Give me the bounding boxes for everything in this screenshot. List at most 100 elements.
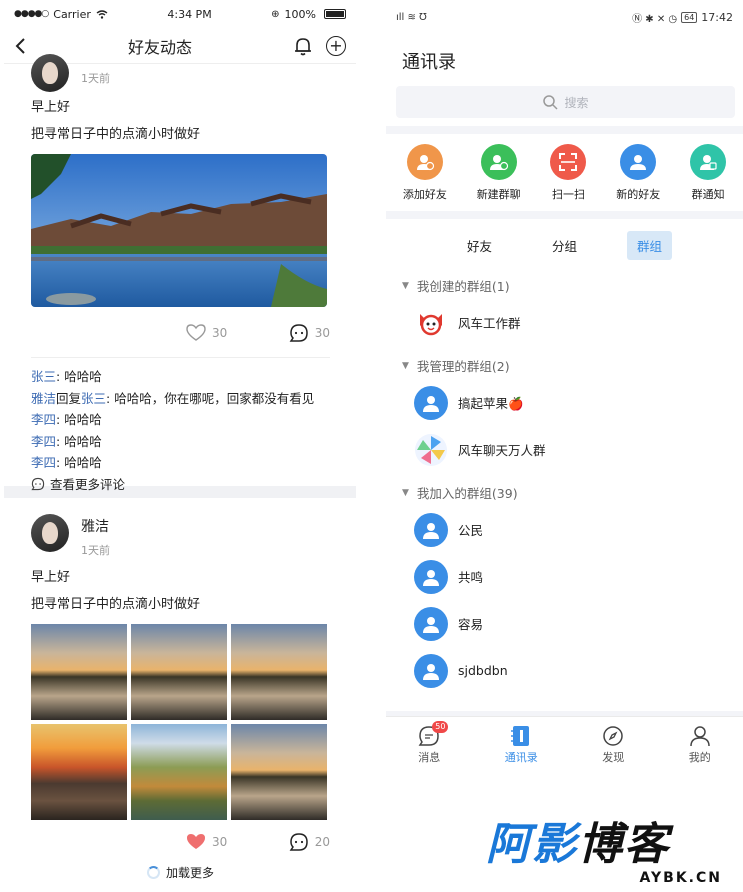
- comment-small-icon: [31, 478, 45, 491]
- post-card-1: 1天前 早上好 把寻常日子中的点滴小时做好 30 30 张三: 哈哈哈 雅洁回复…: [4, 54, 356, 492]
- avatar[interactable]: [31, 514, 69, 552]
- post-actions: 30 20: [31, 820, 330, 852]
- battery-percent: 100%: [284, 7, 316, 21]
- grid-photo[interactable]: [231, 624, 327, 720]
- group-row[interactable]: 搞起苹果🍎: [386, 379, 743, 426]
- group-name: 容易: [458, 617, 484, 632]
- author-name[interactable]: 雅洁: [81, 516, 110, 536]
- post-greeting: 早上好: [31, 100, 71, 115]
- lock-rotation-icon: ⊕: [271, 8, 280, 20]
- contacts-list: 好友 分组 群组 ▼ 我创建的群组(1) 风车工作群 ▼ 我管理的群组(2) 搞起苹…: [386, 219, 743, 711]
- canvas: ●●●●○ Carrier 4:34 PM ⊕ 100% 好友动态 + 1天前: [0, 0, 743, 892]
- group-row[interactable]: 公民: [386, 506, 743, 553]
- group-row[interactable]: sjdbdbn: [386, 647, 743, 694]
- post-text: 把寻常日子中的点滴小时做好: [31, 127, 201, 142]
- tab-discover[interactable]: 发现: [602, 725, 624, 765]
- group-notice-icon: [690, 143, 727, 180]
- status-time: 17:42: [701, 10, 733, 24]
- back-icon[interactable]: [14, 37, 26, 55]
- group-notice-button[interactable]: 群通知: [690, 143, 727, 202]
- new-friend-icon: [620, 143, 657, 180]
- avatar[interactable]: [31, 54, 69, 92]
- status-icons: Ⓝ ✱ ✕ ◷: [632, 13, 678, 25]
- group-row[interactable]: 共鸣: [386, 553, 743, 600]
- section-created-groups[interactable]: ▼ 我创建的群组(1): [386, 266, 743, 299]
- grid-photo[interactable]: [131, 624, 227, 720]
- status-bar: ●●●●○ Carrier 4:34 PM ⊕ 100%: [4, 0, 356, 28]
- grid-photo[interactable]: [31, 624, 127, 720]
- comment-item[interactable]: 李四: 哈哈哈: [31, 452, 330, 474]
- new-friends-button[interactable]: 新的好友: [616, 143, 660, 202]
- like-count: 30: [212, 326, 228, 340]
- post-card-2: 雅洁 1天前 早上好 把寻常日子中的点滴小时做好 30 20 加载更多: [4, 498, 356, 884]
- bell-icon[interactable]: [294, 36, 312, 56]
- comment-item[interactable]: 李四: 哈哈哈: [31, 431, 330, 453]
- comment-item[interactable]: 李四: 哈哈哈: [31, 409, 330, 431]
- group-row[interactable]: 风车工作群: [386, 299, 743, 346]
- carrier-label: Carrier: [53, 7, 91, 21]
- comment-item[interactable]: 张三: 哈哈哈: [31, 366, 330, 388]
- comment-bubble-icon: [289, 324, 308, 342]
- comment-bubble-icon: [289, 833, 308, 851]
- group-avatar-icon: [414, 606, 448, 641]
- tab-contacts[interactable]: 通讯录: [505, 725, 538, 765]
- new-group-chat-button[interactable]: 新建群聊: [477, 143, 521, 202]
- collapse-triangle-icon: ▼: [402, 280, 409, 291]
- comment-button[interactable]: 20: [289, 832, 330, 852]
- group-name: 搞起苹果🍎: [458, 396, 524, 411]
- tab-groups-category[interactable]: 分组: [542, 231, 587, 260]
- loading-spinner-icon: [146, 866, 160, 879]
- quick-actions: 添加好友 新建群聊 扫一扫 新的好友 群通知: [386, 134, 743, 211]
- group-chat-icon: [480, 143, 517, 180]
- signal-wifi-icon: ıll ≋ Ʊ: [396, 11, 427, 23]
- group-avatar-icon: [414, 653, 448, 688]
- group-avatar-icon: [414, 559, 448, 594]
- heart-outline-icon: [186, 324, 206, 341]
- load-more[interactable]: 加载更多: [31, 864, 330, 881]
- status-time: 4:34 PM: [167, 7, 212, 21]
- post-greeting: 早上好: [31, 570, 71, 585]
- tab-group-chats[interactable]: 群组: [627, 231, 673, 260]
- group-logo-icon: [414, 305, 448, 340]
- comment-button[interactable]: 30: [289, 323, 330, 343]
- like-button[interactable]: 30: [186, 833, 227, 851]
- group-row[interactable]: 风车聊天万人群: [386, 426, 743, 473]
- add-friend-button[interactable]: 添加好友: [403, 143, 447, 202]
- section-joined-groups[interactable]: ▼ 我加入的群组(39): [386, 473, 743, 506]
- collapse-triangle-icon: ▼: [402, 360, 409, 371]
- group-avatar-icon: [414, 385, 448, 420]
- section-managed-groups[interactable]: ▼ 我管理的群组(2): [386, 346, 743, 379]
- grid-photo[interactable]: [31, 724, 127, 820]
- group-avatar-icon: [414, 512, 448, 547]
- battery-level: 64: [681, 11, 698, 23]
- group-name: 风车聊天万人群: [458, 443, 546, 458]
- unread-badge: 50: [432, 720, 449, 733]
- profile-icon: [690, 725, 710, 746]
- search-bar: 搜索: [386, 86, 743, 126]
- post-photo[interactable]: [31, 154, 327, 307]
- search-input[interactable]: 搜索: [396, 86, 735, 118]
- signal-icon: ●●●●○: [14, 9, 49, 19]
- group-row[interactable]: 容易: [386, 600, 743, 647]
- contacts-screen: ıll ≋ Ʊ Ⓝ ✱ ✕ ◷ 64 17:42 通讯录 搜索 添加好友 新建群…: [386, 0, 743, 772]
- post-time: 1天前: [81, 544, 110, 557]
- status-bar: ıll ≋ Ʊ Ⓝ ✱ ✕ ◷ 64 17:42: [386, 0, 743, 34]
- wifi-icon: [96, 9, 108, 19]
- more-comments-link[interactable]: 查看更多评论: [31, 474, 330, 496]
- comment-list: 张三: 哈哈哈 雅洁回复张三: 哈哈哈，你在哪呢，回家都没有看见 李四: 哈哈哈…: [31, 357, 330, 495]
- comment-item[interactable]: 雅洁回复张三: 哈哈哈，你在哪呢，回家都没有看见: [31, 388, 330, 410]
- tab-mine[interactable]: 我的: [689, 725, 711, 765]
- tab-friends[interactable]: 好友: [457, 231, 502, 260]
- collapse-triangle-icon: ▼: [402, 487, 409, 498]
- grid-photo[interactable]: [231, 724, 327, 820]
- like-button[interactable]: 30: [186, 324, 227, 342]
- tab-messages[interactable]: 50 消息: [418, 720, 449, 765]
- like-count: 30: [212, 835, 228, 849]
- comment-count: 30: [314, 326, 330, 340]
- scan-button[interactable]: 扫一扫: [550, 143, 587, 202]
- contacts-book-icon: [511, 725, 530, 746]
- add-post-button[interactable]: +: [325, 35, 346, 56]
- contact-tabs: 好友 分组 群组: [386, 219, 743, 266]
- grid-photo[interactable]: [131, 724, 227, 820]
- group-name: 共鸣: [458, 570, 484, 585]
